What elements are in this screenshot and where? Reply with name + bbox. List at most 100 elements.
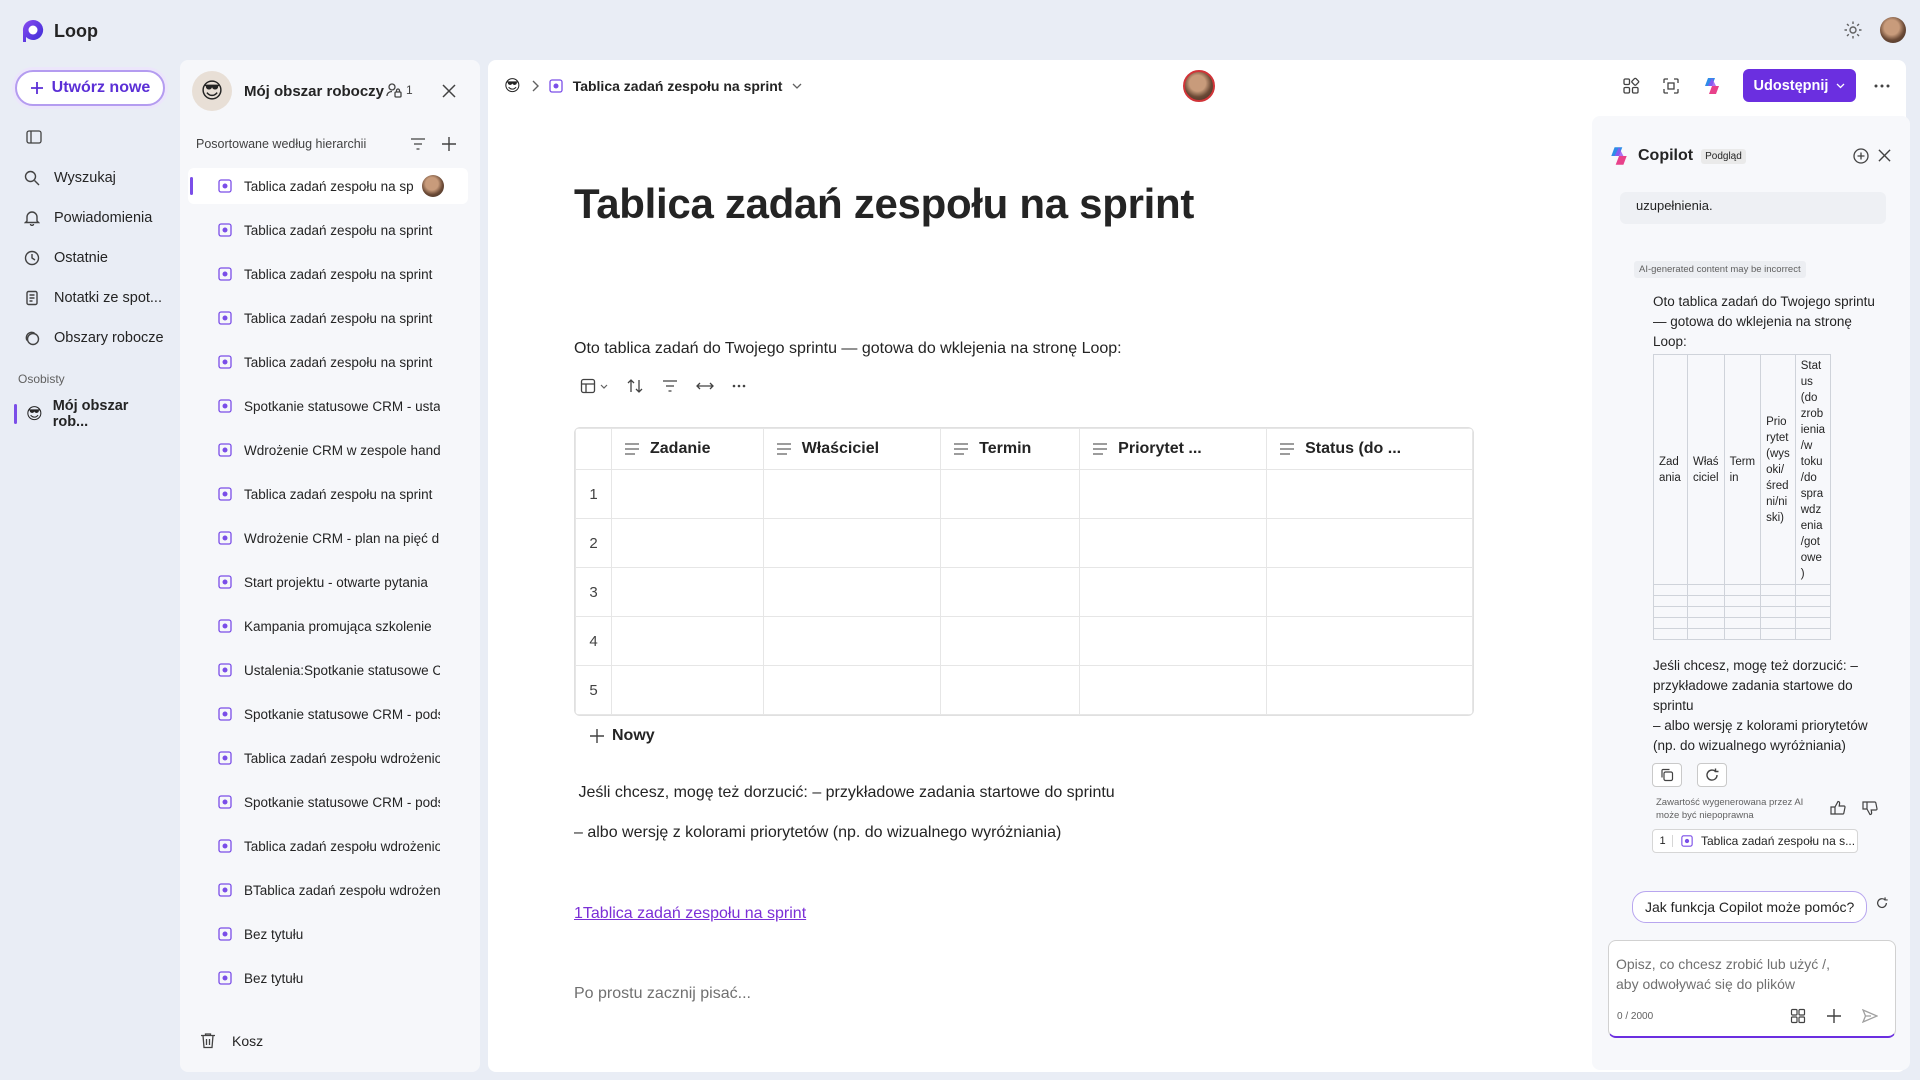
- add-page-icon[interactable]: [442, 137, 456, 151]
- nav-item-workspaces[interactable]: Obszary robocze: [24, 322, 164, 354]
- more-options-icon[interactable]: [1874, 84, 1890, 88]
- filter-icon[interactable]: [410, 138, 426, 150]
- table-cell[interactable]: [1266, 665, 1473, 715]
- table-cell[interactable]: [762, 518, 942, 568]
- table-cell[interactable]: [1079, 665, 1268, 715]
- column-width-icon[interactable]: [696, 381, 714, 391]
- table-cell[interactable]: [1079, 469, 1268, 519]
- typing-placeholder[interactable]: Po prostu zacznij pisać...: [574, 985, 751, 1003]
- page-list-item[interactable]: Tablica zadań zespołu wdrożeniowego: [188, 828, 468, 864]
- paragraph-colors[interactable]: – albo wersję z kolorami priorytetów (np…: [574, 824, 1061, 842]
- page-list-item[interactable]: Start projektu - otwarte pytania: [188, 564, 468, 600]
- refresh-suggestions-icon[interactable]: [1875, 896, 1889, 910]
- page-list-item[interactable]: Tablica zadań zespołu na sprint: [188, 476, 468, 512]
- page-list-item[interactable]: Bez tytułu: [188, 960, 468, 996]
- table-cell[interactable]: [611, 469, 764, 519]
- table-cell[interactable]: [1266, 616, 1473, 666]
- more-options-icon[interactable]: [732, 384, 746, 388]
- page-list-item[interactable]: Kampania promująca szkolenie: [188, 608, 468, 644]
- page-list-item[interactable]: Spotkanie statusowe CRM - podsumowanie: [188, 696, 468, 732]
- close-panel-icon[interactable]: [442, 84, 456, 98]
- add-attachment-icon[interactable]: [1827, 1009, 1841, 1023]
- user-avatar[interactable]: [1880, 17, 1906, 43]
- new-chat-icon[interactable]: [1852, 147, 1870, 165]
- workspace-title[interactable]: Mój obszar roboczy: [244, 83, 384, 100]
- column-header[interactable]: Właściciel: [762, 428, 942, 470]
- page-list-item[interactable]: Ustalenia:Spotkanie statusowe CRM: [188, 652, 468, 688]
- nav-item-my-workspace[interactable]: 😎 Mój obszar rob...: [14, 398, 164, 430]
- page-list-item[interactable]: Wdrożenie CRM - plan na pięć dni: [188, 520, 468, 556]
- thumbs-up-icon[interactable]: [1830, 800, 1846, 816]
- page-list-item[interactable]: Tablica zadań zespołu na sprint: [188, 300, 468, 336]
- page-link[interactable]: 1Tablica zadań zespołu na sprint: [574, 905, 806, 923]
- table-cell[interactable]: [762, 616, 942, 666]
- page-list-item[interactable]: Spotkanie statusowe CRM - podsumowanie: [188, 784, 468, 820]
- table-cell[interactable]: [1079, 567, 1268, 617]
- app-logo[interactable]: Loop: [20, 18, 98, 44]
- filter-icon[interactable]: [662, 380, 678, 392]
- thumbs-down-icon[interactable]: [1862, 800, 1878, 816]
- regenerate-button[interactable]: [1697, 763, 1727, 787]
- column-header[interactable]: Zadanie: [611, 428, 764, 470]
- table-cell[interactable]: [1266, 518, 1473, 568]
- table-cell[interactable]: [611, 567, 764, 617]
- nav-item-meeting-notes[interactable]: Notatki ze spot...: [24, 282, 162, 314]
- column-header[interactable]: Priorytet ...: [1079, 428, 1268, 470]
- table-cell[interactable]: [940, 665, 1081, 715]
- table-cell[interactable]: [940, 616, 1081, 666]
- page-list-item[interactable]: Wdrożenie CRM w zespole handlowym: [188, 432, 468, 468]
- page-list-item[interactable]: Tablica zadań zespołu na sprint: [188, 168, 468, 204]
- table-cell[interactable]: [940, 469, 1081, 519]
- nav-item-search[interactable]: Wyszukaj: [24, 162, 116, 194]
- add-row-button[interactable]: Nowy: [590, 727, 655, 745]
- page-list-item[interactable]: BTablica zadań zespołu wdrożeniowego: [188, 872, 468, 908]
- components-icon[interactable]: [1622, 77, 1640, 95]
- share-button[interactable]: Udostępnij: [1743, 69, 1856, 102]
- column-header[interactable]: Status (do ...: [1266, 428, 1473, 470]
- page-list-item[interactable]: Tablica zadań zespołu na sprint: [188, 344, 468, 380]
- collaborator-avatar[interactable]: [1183, 70, 1215, 102]
- table-view-icon[interactable]: [580, 378, 608, 394]
- suggestion-chip[interactable]: Jak funkcja Copilot może pomóc?: [1632, 891, 1868, 923]
- page-list-item[interactable]: Tablica zadań zespołu na sprint: [188, 212, 468, 248]
- workspace-avatar[interactable]: 😎: [192, 71, 232, 111]
- table-cell[interactable]: [762, 665, 942, 715]
- paragraph-suggestions[interactable]: Jeśli chcesz, mogę też dorzucić: – przyk…: [574, 784, 1114, 802]
- page-list-item[interactable]: Tablica zadań zespołu wdrożeniowego: [188, 740, 468, 776]
- send-icon[interactable]: [1862, 1009, 1878, 1023]
- copilot-icon[interactable]: [1702, 76, 1722, 96]
- reference-chip[interactable]: 1 Tablica zadań zespołu na s...: [1652, 829, 1858, 853]
- sort-icon[interactable]: [626, 378, 644, 394]
- page-list-item[interactable]: Spotkanie statusowe CRM - ustalenia: [188, 388, 468, 424]
- settings-gear-icon[interactable]: [1843, 20, 1863, 40]
- page-title[interactable]: Tablica zadań zespołu na sprint: [574, 180, 1194, 228]
- nav-item-recent[interactable]: Ostatnie: [24, 242, 108, 274]
- workspace-members[interactable]: 1: [386, 82, 413, 98]
- apps-icon[interactable]: [1790, 1008, 1806, 1024]
- table-cell[interactable]: [611, 665, 764, 715]
- close-copilot-icon[interactable]: [1878, 149, 1891, 162]
- collapse-sidebar-icon[interactable]: [26, 130, 42, 144]
- page-list-item[interactable]: Tablica zadań zespołu na sprint: [188, 256, 468, 292]
- nav-item-notifications[interactable]: Powiadomienia: [24, 202, 152, 234]
- table-cell[interactable]: [1266, 567, 1473, 617]
- table-cell[interactable]: [762, 567, 942, 617]
- table-cell[interactable]: [940, 567, 1081, 617]
- column-header[interactable]: Termin: [940, 428, 1081, 470]
- trash-button[interactable]: Kosz: [200, 1032, 263, 1049]
- intro-paragraph[interactable]: Oto tablica zadań do Twojego sprintu — g…: [574, 340, 1122, 358]
- table-cell[interactable]: [762, 469, 942, 519]
- table-cell[interactable]: [1079, 518, 1268, 568]
- table-cell[interactable]: [940, 518, 1081, 568]
- copy-button[interactable]: [1652, 763, 1682, 787]
- table-cell[interactable]: [611, 616, 764, 666]
- table-cell[interactable]: [1079, 616, 1268, 666]
- workspace-emoji-icon[interactable]: 😎: [504, 76, 521, 96]
- create-new-button[interactable]: Utwórz nowe: [15, 70, 165, 106]
- table-cell[interactable]: [611, 518, 764, 568]
- table-cell[interactable]: [1266, 469, 1473, 519]
- page-list-item[interactable]: Bez tytułu: [188, 916, 468, 952]
- chevron-down-icon[interactable]: [792, 83, 802, 89]
- frame-icon[interactable]: [1662, 77, 1680, 95]
- breadcrumb-title[interactable]: Tablica zadań zespołu na sprint: [573, 78, 783, 94]
